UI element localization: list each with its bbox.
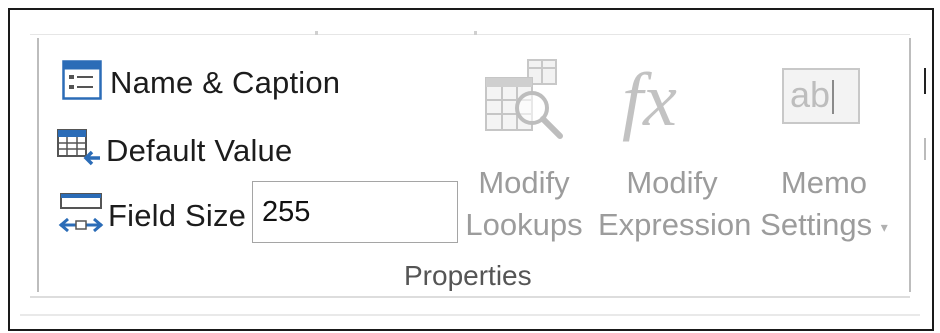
memo-settings-line2-row: Settings ▾ <box>756 204 892 248</box>
fx-icon: fx <box>622 58 677 142</box>
field-size-row: Field Size <box>58 191 246 240</box>
ribbon-marker <box>474 31 477 35</box>
memo-settings-line2: Settings <box>760 207 873 242</box>
default-value-button[interactable]: Default Value <box>56 127 292 174</box>
modify-lookups-line2: Lookups <box>465 207 583 242</box>
ab-textbox-icon: ab <box>756 58 892 158</box>
properties-group-label: Properties <box>404 260 532 291</box>
modify-expression-button[interactable]: fx Modify Expression <box>598 58 752 246</box>
modify-expression-line2: Expression <box>598 207 752 242</box>
memo-settings-button[interactable]: ab Memo Settings ▾ <box>756 58 892 248</box>
modify-lookups-line1: Modify <box>478 165 570 200</box>
ribbon-bottom-edge <box>20 314 920 316</box>
name-caption-button[interactable]: Name & Caption <box>62 60 340 105</box>
memo-settings-line1: Memo <box>780 165 868 200</box>
lookup-table-icon <box>458 58 590 158</box>
next-group-separator <box>924 138 926 160</box>
ribbon-top-divider <box>30 34 910 35</box>
name-caption-icon <box>62 60 102 105</box>
dropdown-caret-icon: ▾ <box>880 218 888 235</box>
field-size-input[interactable] <box>252 181 458 243</box>
ribbon-marker <box>315 31 318 35</box>
modify-lookups-button[interactable]: Modify Lookups <box>458 58 590 246</box>
ribbon-bottom-divider <box>30 296 910 298</box>
group-right-border <box>909 38 911 292</box>
group-left-border <box>37 38 39 292</box>
field-size-icon <box>58 191 104 240</box>
default-value-label: Default Value <box>106 132 293 168</box>
modify-expression-line1: Modify <box>626 165 718 200</box>
field-size-label: Field Size <box>108 197 247 233</box>
default-value-icon <box>56 127 102 174</box>
name-caption-label: Name & Caption <box>110 64 341 100</box>
next-group-separator <box>924 68 926 94</box>
